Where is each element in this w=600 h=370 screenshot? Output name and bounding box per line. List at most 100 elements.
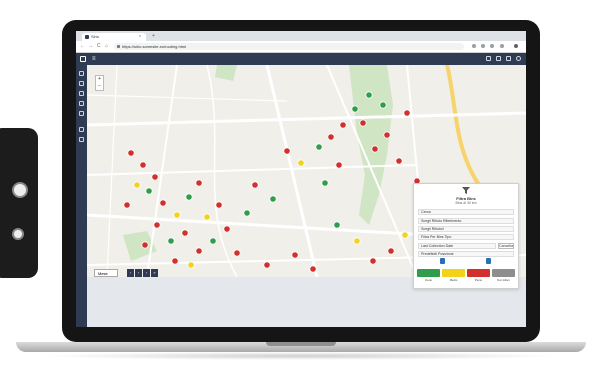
bin-marker-green[interactable] <box>379 101 387 109</box>
period-select[interactable]: Mese <box>94 269 118 277</box>
favicon-icon <box>85 35 89 39</box>
bin-marker-red[interactable] <box>139 161 147 169</box>
bin-marker-red[interactable] <box>359 119 367 127</box>
settings-icon[interactable] <box>496 56 501 61</box>
laptop-shadow <box>40 352 560 360</box>
bin-marker-red[interactable] <box>195 247 203 255</box>
delete-icon[interactable] <box>486 258 491 264</box>
legend-label: Non Attivo <box>497 278 510 282</box>
export-icon[interactable] <box>440 258 445 264</box>
filter-panel: Filtra Bins Bins di 30 km Cerca Scegli R… <box>413 183 519 289</box>
menu-dots-icon[interactable] <box>500 44 504 48</box>
filter-row[interactable]: Scegli Rifiuto Riferimento <box>418 218 514 224</box>
bin-marker-red[interactable] <box>403 109 411 117</box>
back-button[interactable]: ← <box>80 43 85 50</box>
browser-tab[interactable]: Sirio <box>82 33 146 41</box>
bin-marker-green[interactable] <box>145 187 153 195</box>
filter-row[interactable]: Scegli Rifiuto/i <box>418 226 514 232</box>
bin-marker-red[interactable] <box>383 131 391 139</box>
legend-label: Medio <box>449 278 458 282</box>
address-bar[interactable]: https://sirio.somesite.eu/routing.html <box>114 43 464 50</box>
zoom-in-button[interactable]: + <box>96 76 103 83</box>
bin-marker-green[interactable] <box>321 179 329 187</box>
profile-avatar[interactable] <box>514 44 518 48</box>
bin-marker-red[interactable] <box>309 265 317 273</box>
laptop-base <box>16 342 586 352</box>
bin-marker-red[interactable] <box>395 157 403 165</box>
bin-marker-red[interactable] <box>151 173 159 181</box>
message-icon[interactable] <box>506 56 511 61</box>
route-icon[interactable] <box>79 111 84 116</box>
bin-marker-red[interactable] <box>141 241 149 249</box>
legend-swatch-inactive[interactable] <box>492 269 515 277</box>
bin-marker-red[interactable] <box>223 225 231 233</box>
last-button[interactable]: » <box>151 269 158 277</box>
bin-marker-yellow[interactable] <box>401 231 409 239</box>
new-tab-button[interactable]: + <box>152 33 155 39</box>
home-button[interactable]: ⌂ <box>105 43 108 50</box>
bin-marker-red[interactable] <box>335 161 343 169</box>
bin-marker-green[interactable] <box>351 105 359 113</box>
filter-row[interactable]: Predefiniti Posizione <box>418 251 514 257</box>
legend-swatch-empty[interactable] <box>417 269 440 277</box>
legend-swatch-full[interactable] <box>467 269 490 277</box>
bin-marker-red[interactable] <box>195 179 203 187</box>
next-button[interactable]: › <box>143 269 150 277</box>
truck-icon[interactable] <box>79 91 84 96</box>
browser-tabbar: Sirio × + <box>76 31 526 41</box>
first-button[interactable]: ‹ <box>127 269 134 277</box>
bin-marker-green[interactable] <box>315 143 323 151</box>
bin-marker-yellow[interactable] <box>173 211 181 219</box>
dashboard-icon[interactable] <box>79 71 84 76</box>
users-icon[interactable] <box>79 137 84 142</box>
user-icon[interactable] <box>516 56 521 61</box>
bin-marker-red[interactable] <box>369 257 377 265</box>
filter-search-input[interactable]: Cerca <box>418 209 514 215</box>
map-icon[interactable] <box>79 81 84 86</box>
zoom-out-button[interactable]: − <box>96 83 103 90</box>
bin-marker-red[interactable] <box>159 199 167 207</box>
bin-marker-yellow[interactable] <box>297 159 305 167</box>
bin-marker-green[interactable] <box>269 195 277 203</box>
bin-marker-green[interactable] <box>365 91 373 99</box>
bin-marker-red[interactable] <box>291 251 299 259</box>
hamburger-menu-icon[interactable]: ≡ <box>92 55 96 63</box>
star-icon[interactable] <box>472 44 476 48</box>
bin-marker-red[interactable] <box>339 121 347 129</box>
bin-marker-red[interactable] <box>181 229 189 237</box>
extension-icon[interactable] <box>490 44 494 48</box>
bin-marker-red[interactable] <box>233 249 241 257</box>
bin-marker-red[interactable] <box>387 247 395 255</box>
date-clear-button[interactable]: Cancella <box>498 243 514 249</box>
notification-icon[interactable] <box>486 56 491 61</box>
bin-marker-green[interactable] <box>333 221 341 229</box>
bin-marker-red[interactable] <box>283 147 291 155</box>
filter-row[interactable]: Filtra Per Bins Tipo <box>418 234 514 240</box>
bin-icon[interactable] <box>79 101 84 106</box>
bin-marker-yellow[interactable] <box>353 237 361 245</box>
bin-marker-red[interactable] <box>123 201 131 209</box>
bin-marker-red[interactable] <box>153 221 161 229</box>
extension-icon[interactable] <box>481 44 485 48</box>
bin-marker-yellow[interactable] <box>203 213 211 221</box>
bin-marker-yellow[interactable] <box>133 181 141 189</box>
legend-swatch-medium[interactable] <box>442 269 465 277</box>
bin-marker-green[interactable] <box>243 209 251 217</box>
bin-marker-red[interactable] <box>171 257 179 265</box>
reload-button[interactable]: C <box>97 43 101 50</box>
bin-marker-red[interactable] <box>327 133 335 141</box>
bin-marker-red[interactable] <box>127 149 135 157</box>
bin-marker-red[interactable] <box>251 181 259 189</box>
tab-close-icon[interactable]: × <box>139 33 141 38</box>
bin-marker-red[interactable] <box>263 261 271 269</box>
report-icon[interactable] <box>79 127 84 132</box>
date-field[interactable]: Last Collection Date <box>418 243 496 249</box>
bin-marker-red[interactable] <box>215 201 223 209</box>
bin-marker-yellow[interactable] <box>187 261 195 269</box>
bin-marker-green[interactable] <box>185 193 193 201</box>
prev-button[interactable]: ‹ <box>135 269 142 277</box>
bin-marker-green[interactable] <box>167 237 175 245</box>
bin-marker-green[interactable] <box>209 237 217 245</box>
forward-button[interactable]: → <box>88 43 93 50</box>
bin-marker-red[interactable] <box>371 145 379 153</box>
